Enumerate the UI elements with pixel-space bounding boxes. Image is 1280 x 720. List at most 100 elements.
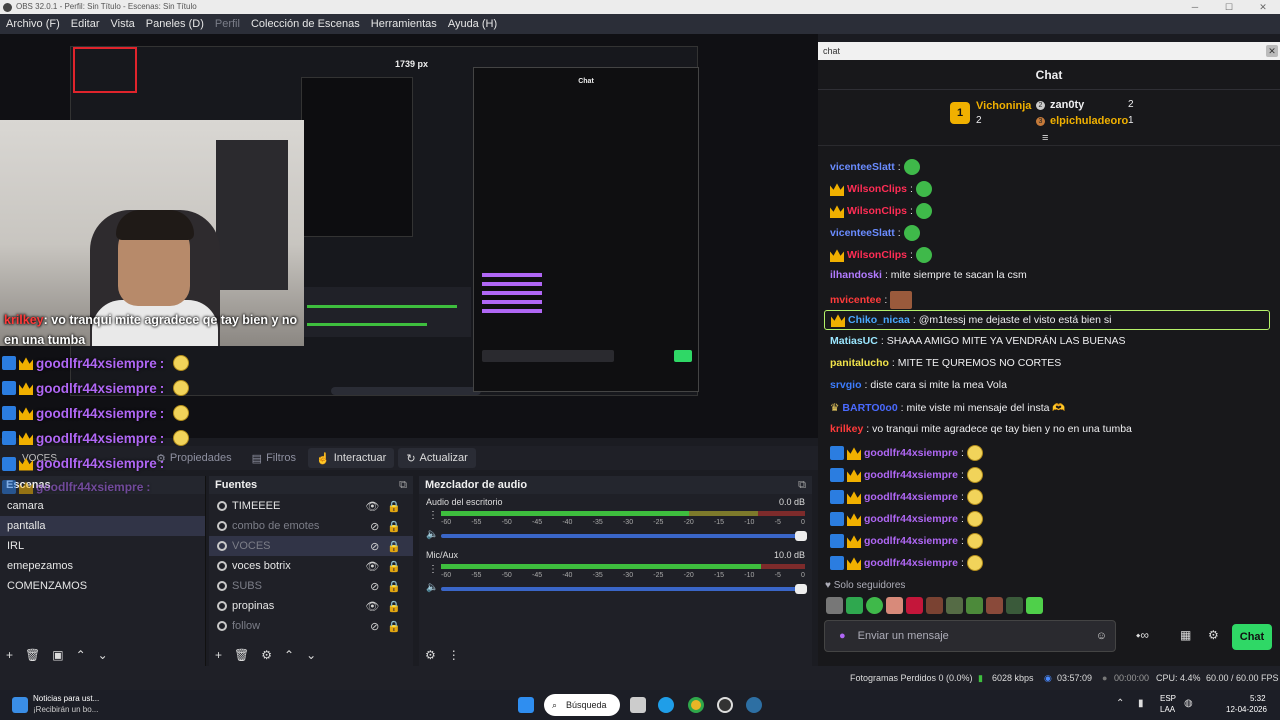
chat-input[interactable]: ● Enviar un mensaje ☺ — [824, 620, 1116, 652]
filters-button[interactable]: ▤ Filtros — [244, 448, 304, 468]
scene-item[interactable]: emepezamos — [0, 556, 205, 576]
news-subtitle[interactable]: ¡Recibirán un bo... — [33, 705, 98, 714]
maximize-button[interactable]: ☐ — [1212, 0, 1246, 14]
source-properties-button[interactable]: ⚙ — [261, 648, 272, 662]
volume-fader[interactable] — [441, 584, 807, 594]
trash-icon[interactable]: 🗑 — [25, 648, 40, 662]
selection-box[interactable] — [73, 47, 137, 93]
preview-canvas[interactable]: 1739 px Chat krilkey: vo tranqui mite ag… — [0, 34, 818, 446]
task-view-icon[interactable] — [630, 697, 646, 713]
emote-icon[interactable] — [906, 597, 923, 614]
move-up-button[interactable]: ⌃ — [76, 648, 86, 662]
obs-taskbar-icon[interactable] — [717, 697, 733, 713]
close-button[interactable]: ✕ — [1246, 0, 1280, 14]
lock-icon[interactable]: 🔒 — [387, 540, 401, 553]
fader-knob[interactable] — [795, 531, 807, 541]
lock-icon[interactable]: 🔒 — [387, 600, 401, 613]
emote-picker-icon[interactable]: ☺ — [1096, 630, 1107, 642]
source-item[interactable]: propinas 👁 🔒 — [209, 596, 413, 616]
speaker-icon[interactable]: 🔈 — [426, 529, 438, 540]
add-scene-button[interactable]: + — [6, 648, 13, 662]
popout-icon[interactable]: ⧉ — [798, 476, 806, 494]
emote-icon[interactable] — [886, 597, 903, 614]
news-widget-icon[interactable] — [12, 697, 28, 713]
kebab-menu-icon[interactable]: ⋮ — [448, 648, 460, 662]
popout-icon[interactable]: ⧉ — [399, 476, 407, 494]
add-source-button[interactable]: + — [215, 648, 222, 662]
source-item-selected[interactable]: VOCES ⊘ 🔒 — [209, 536, 413, 556]
speaker-icon[interactable]: 🔈 — [426, 582, 438, 593]
kebab-menu-icon[interactable]: ⋮ — [428, 510, 438, 521]
menu-help[interactable]: Ayuda (H) — [448, 18, 497, 30]
emote-icon[interactable] — [986, 597, 1003, 614]
language-layout[interactable]: LAA — [1160, 705, 1175, 714]
interact-button[interactable]: ☝ Interactuar — [308, 448, 395, 468]
scene-item[interactable]: COMENZAMOS — [0, 576, 205, 596]
collapse-icon[interactable]: ≡ — [1042, 132, 1048, 144]
move-up-button[interactable]: ⌃ — [284, 648, 294, 662]
send-chat-button[interactable]: Chat — [1232, 624, 1272, 650]
move-down-button[interactable]: ⌄ — [98, 648, 108, 662]
kebab-menu-icon[interactable]: ⋮ — [428, 564, 438, 575]
emote-icon[interactable] — [1026, 597, 1043, 614]
source-item[interactable]: voces botrix 👁 🔒 — [209, 556, 413, 576]
points-icon[interactable]: ⬩∞ — [1136, 628, 1149, 643]
source-item[interactable]: TIMEEEE 👁 🔒 — [209, 496, 413, 516]
refresh-button[interactable]: ↻ Actualizar — [398, 448, 476, 468]
taskbar-search[interactable]: ⌕ Búsqueda — [544, 694, 620, 716]
menu-tools[interactable]: Herramientas — [371, 18, 437, 30]
lock-icon[interactable]: 🔒 — [387, 520, 401, 533]
emote-icon[interactable] — [966, 597, 983, 614]
windows-start-icon[interactable] — [518, 697, 534, 713]
menu-scene-collection[interactable]: Colección de Escenas — [251, 18, 360, 30]
emote-icon[interactable] — [826, 597, 843, 614]
menu-profile[interactable]: Perfil — [215, 18, 240, 30]
eye-hidden-icon[interactable]: ⊘ — [370, 540, 379, 553]
source-item[interactable]: follow ⊘ 🔒 — [209, 616, 413, 636]
scene-item[interactable]: IRL — [0, 536, 205, 556]
emote-icon[interactable] — [1006, 597, 1023, 614]
lock-icon[interactable]: 🔒 — [387, 560, 401, 573]
source-item[interactable]: combo de emotes ⊘ 🔒 — [209, 516, 413, 536]
advanced-audio-icon[interactable]: ⚙ — [425, 648, 436, 662]
lock-icon[interactable]: 🔒 — [387, 620, 401, 633]
clock-time[interactable]: 5:32 — [1250, 694, 1266, 703]
menu-view[interactable]: Vista — [111, 18, 135, 30]
eye-icon[interactable]: 👁 — [365, 560, 379, 573]
lock-icon[interactable]: 🔒 — [387, 500, 401, 513]
close-icon[interactable]: ✕ — [1266, 45, 1278, 57]
eye-icon[interactable]: 👁 — [365, 600, 379, 613]
move-down-button[interactable]: ⌄ — [306, 648, 316, 662]
trash-icon[interactable]: 🗑 — [234, 648, 249, 662]
emote-icon[interactable] — [946, 597, 963, 614]
tray-chevron-icon[interactable]: ⌃ — [1116, 698, 1124, 709]
menu-edit[interactable]: Editar — [71, 18, 100, 30]
scene-filters-button[interactable]: ▣ — [52, 648, 63, 662]
steam-icon[interactable] — [746, 697, 762, 713]
news-title[interactable]: Noticias para ust... — [33, 694, 99, 703]
eye-hidden-icon[interactable]: ⊘ — [370, 580, 379, 593]
emote-icon[interactable] — [926, 597, 943, 614]
fader-knob[interactable] — [795, 584, 807, 594]
mic-tray-icon[interactable]: ▮ — [1138, 698, 1144, 709]
clock-date[interactable]: 12-04-2026 — [1226, 705, 1267, 714]
eye-hidden-icon[interactable]: ⊘ — [370, 620, 379, 633]
scene-item[interactable]: camara — [0, 496, 205, 516]
gear-icon[interactable]: ⚙ — [1208, 628, 1219, 642]
eye-icon[interactable]: 👁 — [365, 500, 379, 513]
lock-icon[interactable]: 🔒 — [387, 580, 401, 593]
language[interactable]: ESP — [1160, 694, 1176, 703]
minimize-button[interactable]: ─ — [1178, 0, 1212, 14]
chrome-icon[interactable] — [688, 697, 704, 713]
volume-tray-icon[interactable]: ◍ — [1184, 698, 1193, 709]
emote-icon[interactable] — [866, 597, 883, 614]
mic-icon[interactable]: ● — [839, 630, 846, 642]
scene-item-selected[interactable]: pantalla — [0, 516, 205, 536]
edge-icon[interactable] — [658, 697, 674, 713]
volume-fader[interactable] — [441, 531, 807, 541]
menu-docks[interactable]: Paneles (D) — [146, 18, 204, 30]
source-item[interactable]: SUBS ⊘ 🔒 — [209, 576, 413, 596]
emote-icon[interactable] — [846, 597, 863, 614]
menu-file[interactable]: Archivo (F) — [6, 18, 60, 30]
eye-hidden-icon[interactable]: ⊘ — [370, 520, 379, 533]
